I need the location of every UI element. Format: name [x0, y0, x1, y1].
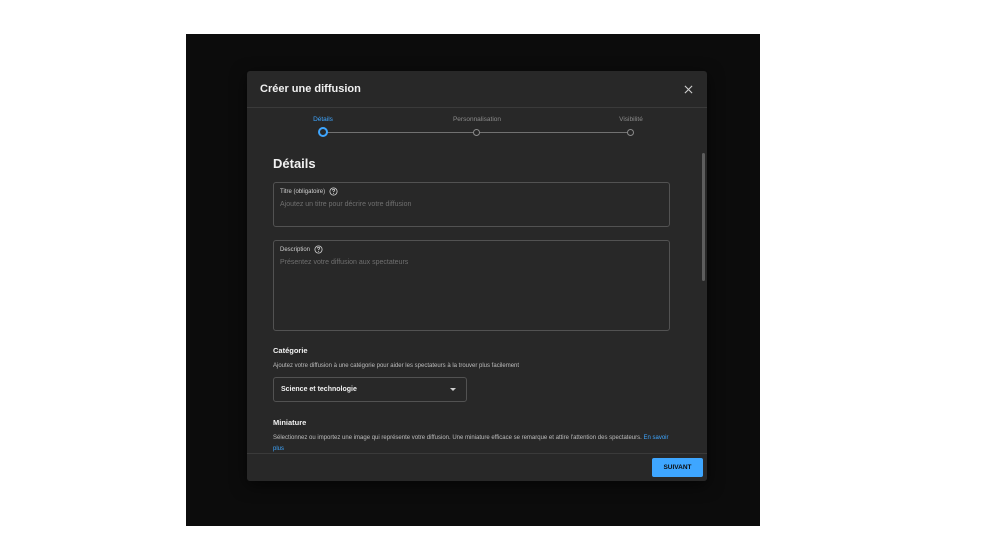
step-connector	[324, 132, 475, 133]
title-field[interactable]: Titre (obligatoire) Ajoutez un titre pou…	[273, 182, 670, 227]
category-description: Ajoutez votre diffusion à une catégorie …	[273, 363, 520, 369]
description-field-placeholder: Présentez votre diffusion aux spectateur…	[280, 259, 409, 266]
scrollbar-thumb[interactable]	[702, 153, 705, 281]
step-dot	[473, 129, 480, 136]
description-field[interactable]: Description Présentez votre diffusion au…	[273, 240, 670, 331]
chevron-down-icon	[450, 388, 456, 391]
step-dot-active	[318, 127, 328, 137]
create-stream-dialog: Créer une diffusion Détails Personnalisa…	[247, 71, 707, 481]
step-visibility[interactable]: Visibilité	[586, 116, 676, 126]
help-circle-icon[interactable]	[314, 245, 323, 254]
step-label: Personnalisation	[452, 116, 502, 123]
thumbnail-heading: Miniature	[273, 418, 307, 427]
category-selected-value: Science et technologie	[281, 386, 357, 393]
description-field-label: Description	[280, 246, 311, 253]
close-button[interactable]	[679, 80, 697, 98]
step-connector	[479, 132, 628, 133]
section-title: Détails	[273, 156, 316, 171]
title-field-label: Titre (obligatoire)	[280, 188, 326, 195]
category-heading: Catégorie	[273, 346, 308, 355]
field-label-wrapper: Description	[280, 245, 323, 254]
step-label: Détails	[313, 116, 333, 123]
step-label: Visibilité	[619, 116, 643, 123]
field-label-wrapper: Titre (obligatoire)	[280, 187, 338, 196]
step-details[interactable]: Détails	[278, 116, 368, 126]
thumbnail-text: Sélectionnez ou importez une image qui r…	[273, 435, 642, 441]
step-personalisation[interactable]: Personnalisation	[432, 116, 522, 126]
category-select[interactable]: Science et technologie	[273, 377, 467, 402]
thumbnail-description: Sélectionnez ou importez une image qui r…	[273, 433, 678, 453]
dialog-title: Créer une diffusion	[260, 83, 361, 95]
title-field-placeholder: Ajoutez un titre pour décrire votre diff…	[280, 201, 412, 208]
next-button[interactable]: SUIVANT	[652, 458, 703, 477]
dialog-footer: SUIVANT	[247, 453, 707, 481]
help-circle-icon[interactable]	[329, 187, 338, 196]
dialog-header: Créer une diffusion	[247, 71, 707, 108]
close-icon	[684, 85, 692, 93]
step-dot	[627, 129, 634, 136]
dialog-content: Détails Titre (obligatoire) Ajoutez un t…	[247, 151, 707, 453]
